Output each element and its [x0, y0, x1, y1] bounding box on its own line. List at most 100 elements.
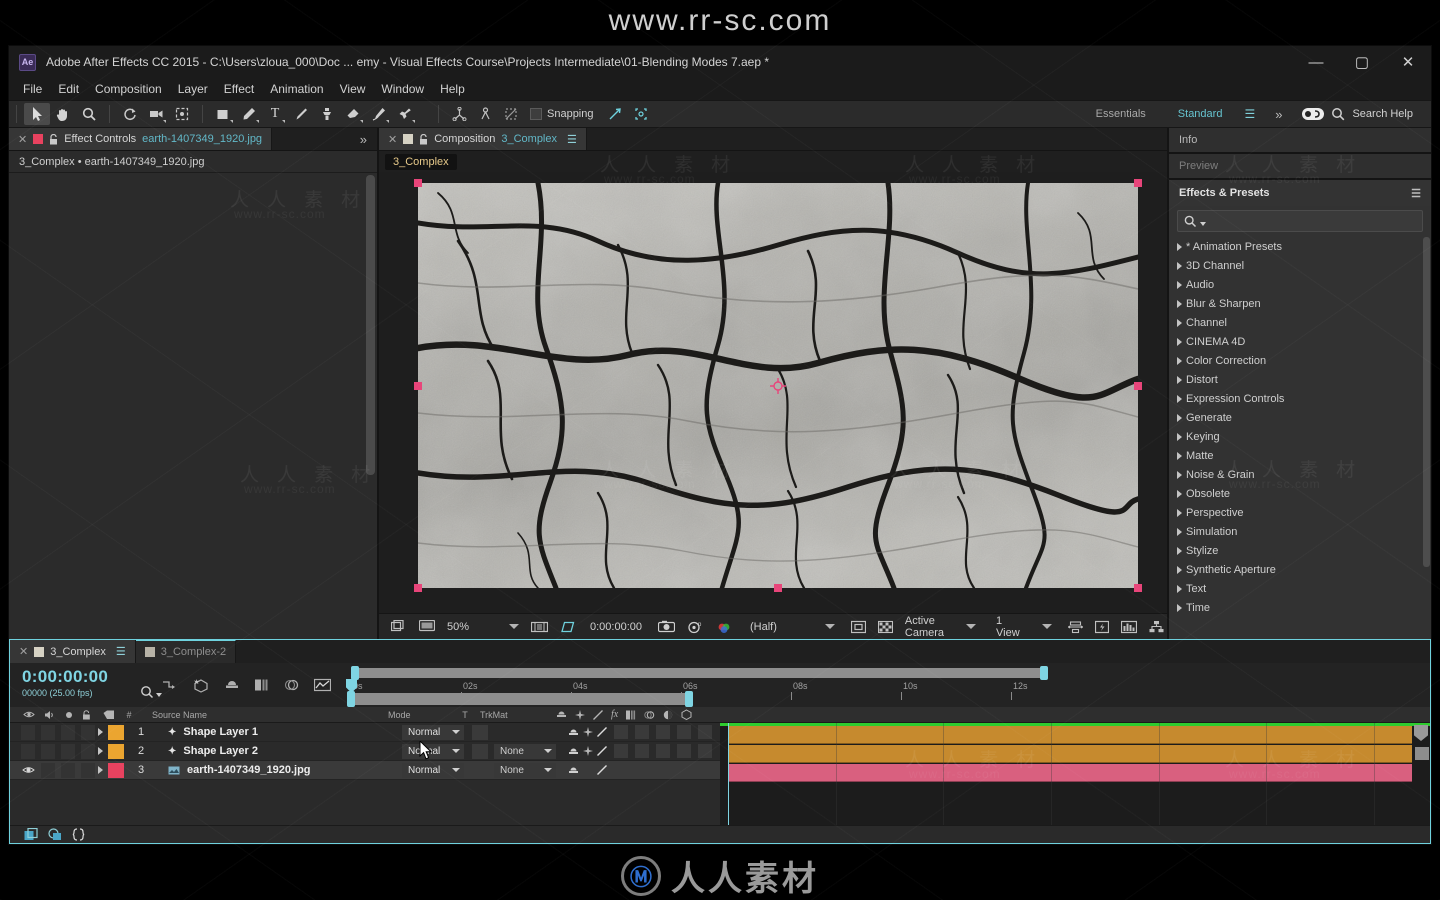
- info-panel-title[interactable]: Info: [1169, 128, 1431, 152]
- resolution-dropdown-caret[interactable]: [824, 624, 835, 629]
- comp-flowchart-icon[interactable]: [1143, 614, 1170, 640]
- layer-mode-dropdown[interactable]: Normal: [402, 762, 464, 778]
- disclosure-triangle-icon[interactable]: [1177, 565, 1182, 574]
- effects-category-row[interactable]: Stylize: [1169, 541, 1431, 560]
- layer-name-cell[interactable]: ✦ Shape Layer 1: [156, 726, 398, 738]
- disclosure-triangle-icon[interactable]: [1177, 546, 1182, 555]
- disclosure-triangle-icon[interactable]: [1177, 603, 1182, 612]
- effects-category-row[interactable]: Generate: [1169, 408, 1431, 427]
- motion-blur-toggle[interactable]: [656, 725, 670, 739]
- transfer-controls-icon[interactable]: [48, 828, 63, 841]
- timeline-layer-bar[interactable]: [728, 764, 1412, 782]
- selection-handle-bc[interactable]: [774, 584, 782, 592]
- timeline-playhead-line[interactable]: [728, 723, 729, 825]
- always-preview-icon[interactable]: [385, 614, 413, 640]
- quality-toggle[interactable]: [597, 727, 607, 737]
- effects-category-row[interactable]: Noise & Grain: [1169, 465, 1431, 484]
- menu-layer[interactable]: Layer: [178, 82, 208, 96]
- timeline-layer-row[interactable]: 2 ✦ Shape Layer 2 Normal None: [10, 742, 720, 761]
- effects-category-row[interactable]: CINEMA 4D: [1169, 332, 1431, 351]
- disclosure-triangle-icon[interactable]: [1177, 318, 1182, 327]
- quality-toggle[interactable]: [597, 765, 607, 775]
- effects-category-row[interactable]: Text: [1169, 579, 1431, 598]
- composition-canvas[interactable]: [414, 179, 1142, 592]
- anchor-point-icon[interactable]: [770, 377, 786, 394]
- zoom-level[interactable]: 50%: [441, 614, 481, 640]
- view-axis-icon[interactable]: [498, 103, 524, 125]
- frame-blend-toggle[interactable]: [635, 763, 649, 777]
- timeline-layer-bar[interactable]: [728, 726, 1412, 744]
- three-d-toggle[interactable]: [698, 744, 712, 758]
- take-snapshot-icon[interactable]: [648, 614, 681, 640]
- adjustment-toggle[interactable]: [677, 763, 691, 777]
- timeline-search-button[interactable]: [140, 663, 162, 707]
- timeline-layer-row[interactable]: 1 ✦ Shape Layer 1 Normal: [10, 723, 720, 742]
- frame-blend-toggle[interactable]: [635, 725, 649, 739]
- effects-category-row[interactable]: Obsolete: [1169, 484, 1431, 503]
- search-dropdown-caret[interactable]: [1200, 221, 1206, 226]
- channel-rgb-icon[interactable]: [710, 614, 740, 640]
- collapse-toggle[interactable]: [583, 746, 593, 756]
- layer-mode-dropdown[interactable]: Normal: [402, 743, 464, 759]
- menu-file[interactable]: File: [23, 82, 42, 96]
- audio-toggle[interactable]: [38, 743, 58, 759]
- effects-scrollbar-thumb[interactable]: [1423, 237, 1430, 567]
- effects-category-row[interactable]: 3D Channel: [1169, 256, 1431, 275]
- work-area-end-handle[interactable]: [685, 691, 693, 707]
- lock-toggle[interactable]: [78, 724, 98, 740]
- effects-search-input[interactable]: [1211, 215, 1422, 227]
- selection-handle-mr[interactable]: [1134, 381, 1142, 390]
- collapse-toggle[interactable]: [583, 727, 593, 737]
- chevron-down-icon[interactable]: [452, 768, 460, 772]
- disclosure-triangle-icon[interactable]: [1177, 356, 1182, 365]
- layer-disclosure-triangle-icon[interactable]: [98, 747, 103, 755]
- timeline-current-time-block[interactable]: 0:00:00:00 00000 (25.00 fps): [10, 663, 140, 707]
- solo-toggle[interactable]: [58, 762, 78, 778]
- layer-disclosure-triangle-icon[interactable]: [98, 728, 103, 736]
- selection-handle-bl[interactable]: [414, 584, 422, 592]
- viewer-timecode[interactable]: 0:00:00:00: [582, 614, 648, 640]
- lock-toggle[interactable]: [78, 762, 98, 778]
- effects-category-row[interactable]: Distort: [1169, 370, 1431, 389]
- region-of-interest-icon[interactable]: [554, 614, 582, 640]
- menu-view[interactable]: View: [340, 82, 366, 96]
- layer-trkmat-dropdown[interactable]: [494, 725, 556, 740]
- motion-blur-toggle[interactable]: [656, 763, 670, 777]
- adobe-stock-icon[interactable]: [1302, 107, 1325, 121]
- layer-disclosure-triangle-icon[interactable]: [98, 766, 103, 774]
- menu-edit[interactable]: Edit: [58, 82, 79, 96]
- disclosure-triangle-icon[interactable]: [1177, 451, 1182, 460]
- current-time-display[interactable]: 0:00:00:00: [22, 667, 140, 687]
- hide-shy-layers-icon[interactable]: [224, 678, 240, 692]
- disclosure-triangle-icon[interactable]: [1177, 242, 1182, 251]
- pan-behind-tool[interactable]: [169, 103, 195, 125]
- brush-tool[interactable]: [288, 103, 314, 125]
- layer-mode-dropdown[interactable]: Normal: [402, 724, 464, 740]
- disclosure-triangle-icon[interactable]: [1177, 337, 1182, 346]
- camera-tool[interactable]: [143, 103, 169, 125]
- preserve-transparency-toggle[interactable]: [472, 724, 488, 740]
- timeline-ruler[interactable]: 0s 02s 04s 06s 08s 10s 12s: [341, 663, 1430, 707]
- effects-category-row[interactable]: Keying: [1169, 427, 1431, 446]
- audio-toggle[interactable]: [38, 724, 58, 740]
- snap-bounds-icon[interactable]: [628, 103, 654, 125]
- disclosure-triangle-icon[interactable]: [1177, 413, 1182, 422]
- layer-duplicate-icon[interactable]: [1415, 747, 1429, 760]
- disclosure-triangle-icon[interactable]: [1177, 432, 1182, 441]
- effect-controls-scrollbar[interactable]: [366, 175, 375, 615]
- preserve-transparency-toggle[interactable]: [472, 762, 488, 778]
- video-toggle[interactable]: [18, 724, 38, 740]
- navigator-start-handle[interactable]: [351, 666, 359, 680]
- disclosure-triangle-icon[interactable]: [1177, 299, 1182, 308]
- effects-toggle[interactable]: [614, 725, 628, 739]
- workspace-menu-icon[interactable]: ☰: [1238, 107, 1261, 121]
- workspace-essentials[interactable]: Essentials: [1080, 108, 1162, 120]
- tab-timeline-3complex-2[interactable]: 3_Complex-2: [135, 640, 237, 663]
- effects-toggle[interactable]: [614, 763, 628, 777]
- menu-help[interactable]: Help: [440, 82, 465, 96]
- timeline-layer-bar[interactable]: [728, 745, 1412, 763]
- selection-handle-tr[interactable]: [1134, 179, 1142, 187]
- type-tool[interactable]: T: [262, 103, 288, 125]
- toggle-switches-modes-icon[interactable]: [24, 828, 39, 841]
- graph-editor-icon[interactable]: [314, 678, 331, 692]
